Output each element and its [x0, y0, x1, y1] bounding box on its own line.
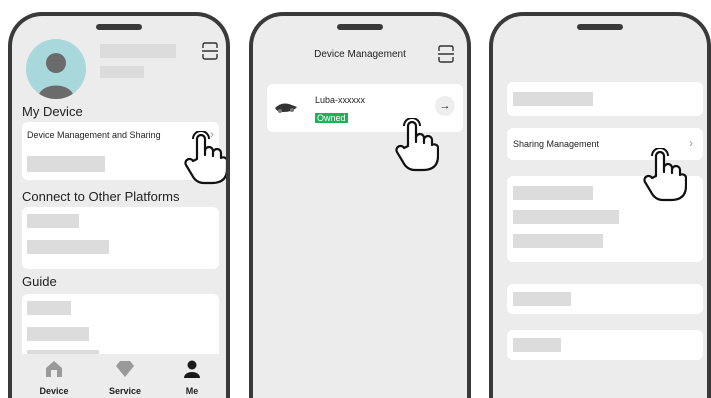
nav-service[interactable]: Service — [95, 356, 155, 398]
placeholder-bar — [513, 92, 593, 106]
diamond-icon — [116, 361, 134, 377]
placeholder-bar — [513, 234, 603, 248]
device-item-placeholder — [27, 156, 105, 172]
nav-device-label: Device — [39, 386, 69, 396]
phone-screen-me: My Device Device Management and Sharing … — [8, 12, 230, 398]
phone-notch — [577, 24, 623, 30]
nav-service-label: Service — [108, 386, 142, 396]
person-silhouette-icon — [38, 53, 74, 99]
phone-screen-sharing: Sharing Management › — [489, 12, 711, 398]
placeholder-bar — [513, 210, 619, 224]
placeholder-bar — [513, 292, 571, 306]
placeholder-card-3 — [507, 284, 703, 314]
username-placeholder — [100, 44, 176, 58]
home-icon — [46, 361, 62, 377]
nav-device[interactable]: Device — [24, 356, 84, 398]
nav-me[interactable]: Me — [162, 356, 222, 398]
person-icon — [184, 360, 200, 378]
placeholder-bar — [513, 186, 593, 200]
avatar[interactable] — [26, 39, 86, 99]
section-my-device: My Device — [22, 104, 83, 119]
scan-icon[interactable] — [438, 45, 454, 63]
chevron-right-icon: › — [689, 136, 693, 150]
section-connect-platforms: Connect to Other Platforms — [22, 189, 180, 204]
guide-placeholder-1 — [27, 301, 71, 315]
tap-hand-icon — [395, 118, 439, 172]
device-management-and-sharing-item[interactable]: Device Management and Sharing — [27, 130, 161, 140]
tap-hand-icon — [184, 131, 226, 185]
phone-screen-device-management: Device Management Luba-xxxxxx Owned → — [249, 12, 471, 398]
tap-hand-icon — [643, 148, 687, 202]
device-arrow-button[interactable]: → — [435, 96, 455, 116]
sharing-management-item[interactable]: Sharing Management — [513, 139, 599, 149]
scan-icon[interactable] — [202, 42, 218, 60]
userid-placeholder — [100, 66, 144, 78]
page-title: Device Management — [314, 49, 406, 60]
device-status-badge: Owned — [315, 108, 348, 126]
platform-placeholder-2 — [27, 240, 109, 254]
device-name: Luba-xxxxxx — [315, 95, 366, 105]
nav-me-label: Me — [185, 386, 199, 396]
mower-icon — [275, 103, 297, 113]
phone-notch — [337, 24, 383, 30]
section-guide: Guide — [22, 274, 57, 289]
guide-placeholder-2 — [27, 327, 89, 341]
connect-card — [22, 207, 219, 269]
phone-notch — [96, 24, 142, 30]
owned-label: Owned — [315, 113, 348, 123]
placeholder-card-1 — [507, 82, 703, 116]
placeholder-card-4 — [507, 330, 703, 360]
arrow-right-icon: → — [439, 100, 451, 112]
placeholder-bar — [513, 338, 561, 352]
bottom-nav: Device Service Me — [12, 354, 226, 398]
platform-placeholder-1 — [27, 214, 79, 228]
